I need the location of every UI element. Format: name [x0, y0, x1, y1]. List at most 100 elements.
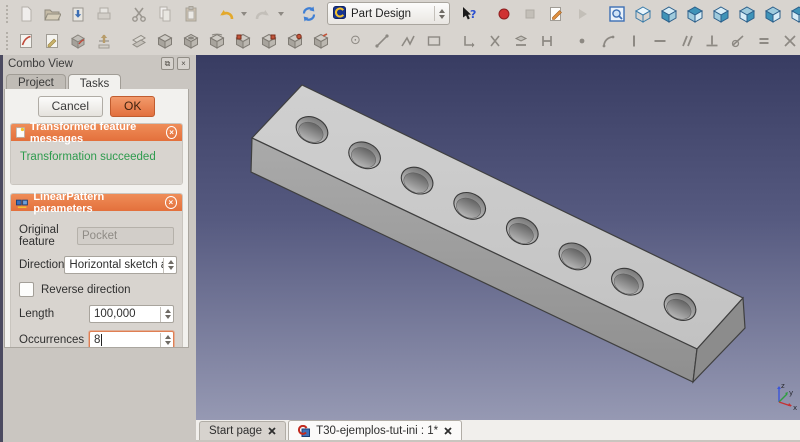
- open-document-icon[interactable]: [40, 2, 63, 25]
- cut-icon[interactable]: [127, 2, 150, 25]
- reverse-direction-checkbox[interactable]: [19, 282, 34, 297]
- original-feature-field: Pocket: [77, 227, 174, 245]
- sketch-leave-icon[interactable]: [92, 29, 115, 52]
- occurrences-spinbox[interactable]: 8: [89, 331, 174, 348]
- collapse-messages-icon[interactable]: ×: [166, 126, 177, 139]
- constraint-perpendicular-icon[interactable]: [700, 29, 723, 52]
- cancel-button[interactable]: Cancel: [38, 96, 103, 117]
- tasks-content: Cancel OK Transformed feature messages ×…: [4, 89, 189, 348]
- scaled-pattern-icon[interactable]: [309, 29, 332, 52]
- view-bottom-icon[interactable]: [761, 2, 784, 25]
- sketch-edit-icon[interactable]: [40, 29, 63, 52]
- constraint-tangent-icon[interactable]: [726, 29, 749, 52]
- tab-document[interactable]: T30-ejemplos-tut-ini : 1*: [288, 420, 462, 440]
- linear-pattern-icon: [16, 197, 28, 209]
- text-cursor: [101, 334, 102, 346]
- constraint-lock-icon[interactable]: [457, 29, 480, 52]
- macro-edit-icon[interactable]: [544, 2, 567, 25]
- datum-plane-icon[interactable]: [127, 29, 150, 52]
- length-spinbox[interactable]: 100,000: [89, 305, 174, 323]
- paste-icon[interactable]: [179, 2, 202, 25]
- axis-x-label: x: [793, 404, 797, 412]
- pocket-icon[interactable]: [179, 29, 202, 52]
- print-icon[interactable]: [92, 2, 115, 25]
- linear-pattern-icon[interactable]: [257, 29, 280, 52]
- workbench-selector-value: Part Design: [351, 8, 411, 20]
- view-axonometric-icon[interactable]: [631, 2, 654, 25]
- linear-pattern-panel: LinearPattern parameters × Original feat…: [10, 193, 183, 348]
- redo-dropdown-icon[interactable]: [278, 12, 284, 16]
- view-right-icon[interactable]: [709, 2, 732, 25]
- polar-pattern-icon[interactable]: [283, 29, 306, 52]
- new-document-icon[interactable]: [14, 2, 37, 25]
- constraint-parallel-icon[interactable]: [674, 29, 697, 52]
- save-document-icon[interactable]: [66, 2, 89, 25]
- freecad-document-icon: [298, 425, 310, 437]
- view-rear-icon[interactable]: [735, 2, 758, 25]
- fit-all-icon[interactable]: [605, 2, 628, 25]
- document-tab-bar: Start page T30-ejemplos-tut-ini : 1*: [196, 420, 800, 442]
- occurrences-label: Occurrences: [19, 334, 89, 346]
- ok-button[interactable]: OK: [110, 96, 155, 117]
- view-top-icon[interactable]: [683, 2, 706, 25]
- start-page-tab-label: Start page: [209, 425, 262, 437]
- toolbar-grip[interactable]: [6, 32, 8, 50]
- model-canvas[interactable]: z y x: [196, 55, 800, 420]
- sketch-map-icon[interactable]: [66, 29, 89, 52]
- float-panel-icon[interactable]: ⧉: [161, 57, 174, 70]
- toolbar-grip[interactable]: [6, 5, 8, 23]
- close-panel-icon[interactable]: ×: [177, 57, 190, 70]
- workbench-selector-arrows[interactable]: [434, 6, 445, 21]
- external-geometry-icon[interactable]: [509, 29, 532, 52]
- symmetry-tool-icon[interactable]: [535, 29, 558, 52]
- sketch-point-icon[interactable]: ⊙: [344, 29, 367, 52]
- combo-view-title: Combo View: [8, 58, 73, 70]
- original-feature-label: Original feature: [19, 224, 77, 248]
- tab-start-page[interactable]: Start page: [199, 421, 286, 440]
- sketch-polyline-icon[interactable]: [396, 29, 419, 52]
- view-front-icon[interactable]: [657, 2, 680, 25]
- messages-panel: Transformed feature messages × Transform…: [10, 123, 183, 185]
- direction-value: Horizontal sketch axis: [69, 259, 163, 271]
- constraint-arc-icon[interactable]: [596, 29, 619, 52]
- occurrences-spin-arrows[interactable]: [160, 333, 171, 348]
- messages-panel-title: Transformed feature messages: [30, 121, 161, 145]
- direction-label: Direction: [19, 259, 64, 271]
- mirrored-pattern-icon[interactable]: [231, 29, 254, 52]
- length-spin-arrows[interactable]: [160, 307, 171, 322]
- collapse-pattern-icon[interactable]: ×: [165, 196, 177, 209]
- sketch-line-icon[interactable]: [370, 29, 393, 52]
- constraint-horizontal-icon[interactable]: [648, 29, 671, 52]
- revolution-icon[interactable]: [205, 29, 228, 52]
- constraint-symmetric-icon[interactable]: [778, 29, 800, 52]
- direction-select[interactable]: Horizontal sketch axis: [64, 256, 177, 274]
- redo-icon[interactable]: [251, 2, 274, 25]
- sketch-new-icon[interactable]: [14, 29, 37, 52]
- occurrences-value: 8: [94, 334, 100, 346]
- whats-this-icon[interactable]: ?: [457, 2, 480, 25]
- toolbar-file: Part Design ?: [0, 0, 800, 27]
- workbench-selector[interactable]: Part Design: [327, 2, 450, 25]
- axis-y-label: y: [789, 389, 793, 397]
- copy-icon[interactable]: [153, 2, 176, 25]
- direction-select-arrows[interactable]: [163, 258, 174, 273]
- macro-play-icon[interactable]: [570, 2, 593, 25]
- model-bar[interactable]: [251, 85, 745, 382]
- window-edge: [0, 55, 3, 442]
- sketch-rectangle-icon[interactable]: [422, 29, 445, 52]
- undo-icon[interactable]: [214, 2, 237, 25]
- undo-dropdown-icon[interactable]: [241, 12, 247, 16]
- macro-record-icon[interactable]: [492, 2, 515, 25]
- close-tab-icon[interactable]: [268, 427, 276, 435]
- pad-icon[interactable]: [153, 29, 176, 52]
- refresh-icon[interactable]: [297, 2, 320, 25]
- note-icon: [16, 126, 25, 139]
- 3d-viewport[interactable]: z y x: [196, 55, 800, 420]
- trim-edge-icon[interactable]: [483, 29, 506, 52]
- macro-stop-icon[interactable]: [518, 2, 541, 25]
- constraint-equal-icon[interactable]: [752, 29, 775, 52]
- close-tab-icon[interactable]: [444, 427, 452, 435]
- constraint-coincident-icon[interactable]: [570, 29, 593, 52]
- constraint-vertical-icon[interactable]: [622, 29, 645, 52]
- view-left-icon[interactable]: [787, 2, 800, 25]
